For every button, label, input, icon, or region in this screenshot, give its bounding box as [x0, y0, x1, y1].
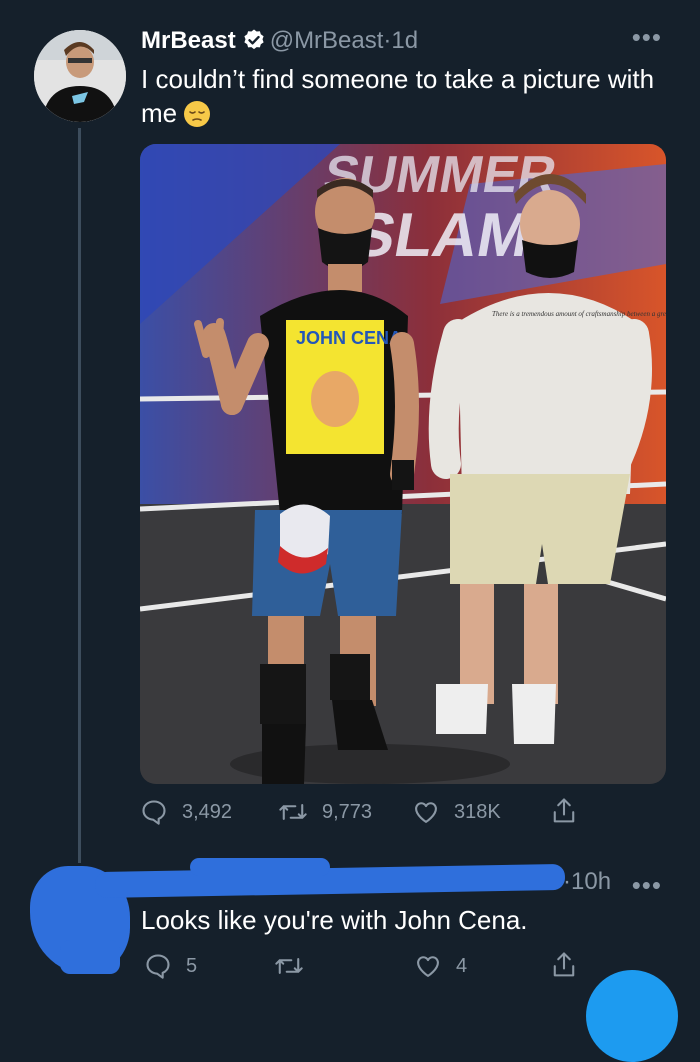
reply-share-button[interactable]	[550, 950, 592, 980]
avatar[interactable]	[34, 30, 126, 122]
heart-icon	[415, 802, 437, 823]
reply-actions: 5 4	[140, 950, 666, 986]
reply-like-button[interactable]: 4	[414, 952, 467, 980]
reply-button[interactable]: 3,492	[140, 798, 232, 826]
more-options-icon[interactable]: •••	[632, 22, 662, 53]
share-icon	[553, 798, 575, 823]
tweet-header: MrBeast @MrBeast·1d	[141, 27, 418, 59]
tweet-time[interactable]: 1d	[391, 27, 418, 54]
reply-more-options-icon[interactable]: •••	[632, 870, 662, 901]
tweet-photo[interactable]: SUMMER SLAM JOHN CENA There is a tremend…	[140, 144, 666, 784]
reply-count: 3,492	[182, 800, 233, 823]
author-handle[interactable]: @MrBeast	[270, 27, 384, 54]
redacted-avatar-part	[60, 940, 120, 974]
retweet-icon	[279, 804, 307, 820]
share-button[interactable]	[550, 796, 592, 826]
tweet-text: I couldn’t find someone to take a pictur…	[141, 62, 661, 136]
reply-text: Looks like you're with John Cena.	[141, 905, 528, 935]
retweet-count: 9,773	[322, 800, 373, 823]
reply-header: ·10h	[563, 868, 611, 896]
reply-icon	[146, 954, 170, 979]
reply-separator-dot: ·	[563, 868, 571, 895]
share-icon	[553, 952, 575, 977]
reply-like-count: 4	[456, 954, 468, 977]
retweet-icon	[275, 958, 303, 974]
reply-reply-count: 5	[186, 954, 198, 977]
sweatshirt-print: There is a tremendous amount of craftsma…	[492, 310, 666, 318]
reply-retweet-button[interactable]	[274, 952, 318, 980]
tweet-actions: 3,492 9,773 318K	[140, 792, 666, 832]
shirt-print-title: JOHN CENA	[296, 328, 402, 348]
like-button[interactable]: 318K	[412, 798, 501, 826]
thread-line	[78, 128, 81, 863]
background-signage-2: SLAM	[348, 200, 536, 269]
retweet-button[interactable]: 9,773	[278, 798, 372, 826]
tweet-body: I couldn’t find someone to take a pictur…	[141, 64, 655, 128]
verified-badge-icon	[242, 28, 266, 59]
reply-icon	[142, 800, 166, 825]
compose-tweet-button[interactable]	[586, 970, 678, 1062]
pensive-face-icon	[183, 100, 211, 136]
photo-image: SUMMER SLAM JOHN CENA There is a tremend…	[140, 144, 666, 784]
like-count: 318K	[454, 800, 501, 823]
reply-reply-button[interactable]: 5	[144, 952, 197, 980]
redacted-name-part	[190, 858, 330, 876]
author-name[interactable]: MrBeast	[141, 27, 236, 54]
heart-icon	[417, 956, 439, 977]
avatar-image	[34, 30, 126, 122]
reply-time[interactable]: 10h	[571, 868, 611, 895]
